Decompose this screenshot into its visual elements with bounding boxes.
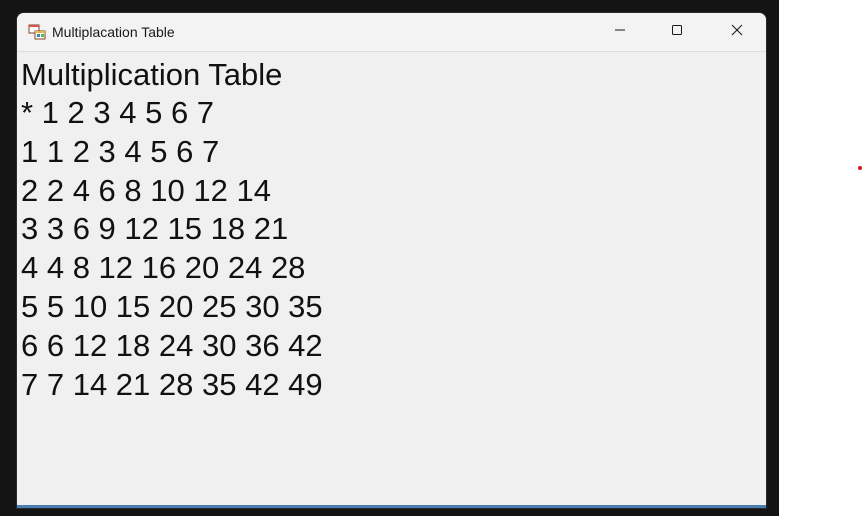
window-bottom-border: [17, 505, 766, 508]
table-row: 4 4 8 12 16 20 24 28: [21, 250, 306, 286]
minimize-icon: [614, 23, 626, 41]
form-content: Multiplication Table * 1 2 3 4 5 6 7 1 1…: [21, 56, 761, 404]
maximize-button[interactable]: [654, 13, 700, 51]
table-row: 7 7 14 21 28 35 42 49: [21, 366, 323, 402]
title-bar[interactable]: Multiplacation Table: [17, 13, 766, 52]
winforms-app-icon: [28, 23, 46, 41]
maximize-icon: [671, 23, 683, 41]
close-icon: [731, 23, 743, 41]
app-window: Multiplacation Table Multiplication Tabl…: [17, 13, 766, 508]
red-dot-marker: [858, 166, 862, 170]
table-heading: Multiplication Table: [21, 57, 283, 92]
table-row: 1 1 2 3 4 5 6 7: [21, 133, 220, 169]
table-row: 6 6 12 18 24 30 36 42: [21, 327, 323, 363]
window-title: Multiplacation Table: [52, 24, 175, 40]
table-row: * 1 2 3 4 5 6 7: [21, 95, 215, 130]
close-button[interactable]: [714, 13, 760, 51]
minimize-button[interactable]: [597, 13, 643, 51]
table-row: 5 5 10 15 20 25 30 35: [21, 288, 323, 324]
table-row: 2 2 4 6 8 10 12 14: [21, 172, 271, 208]
table-row: 3 3 6 9 12 15 18 21: [21, 211, 289, 247]
